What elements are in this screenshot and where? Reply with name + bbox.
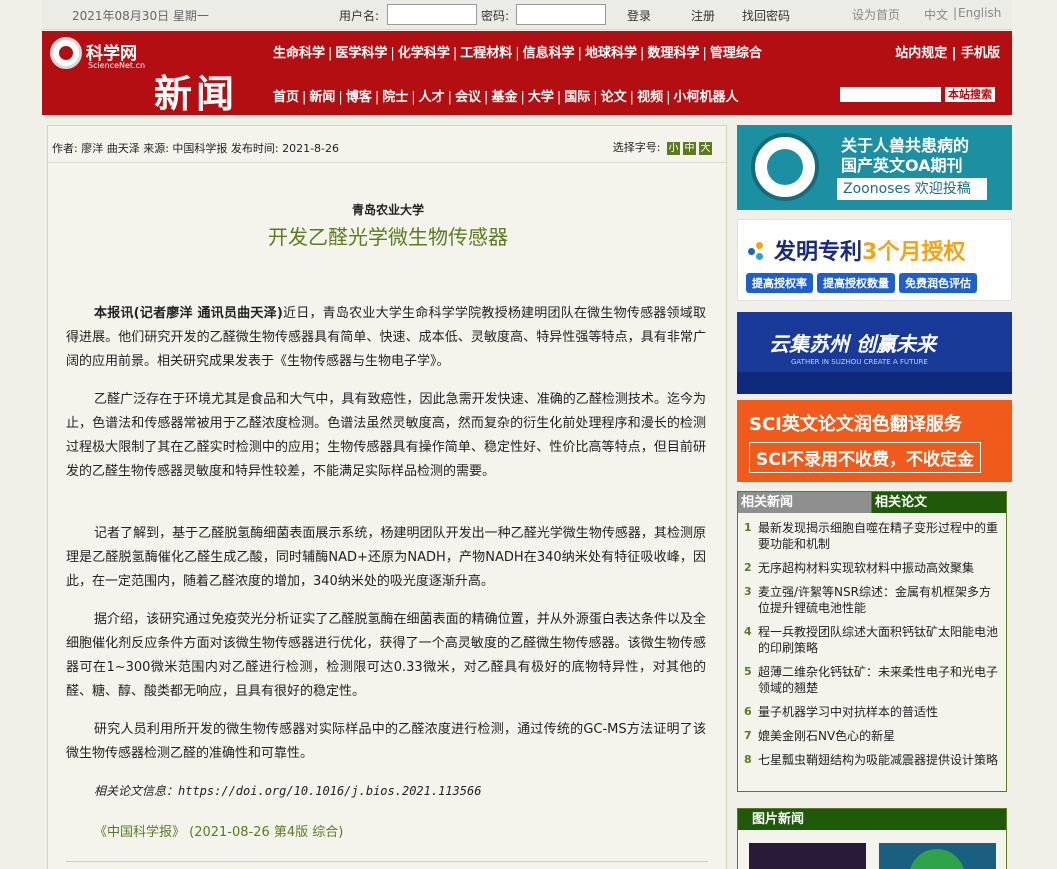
username-input[interactable] — [387, 4, 477, 25]
font-size-large-button[interactable]: 大 — [699, 142, 712, 155]
nav-medical-science[interactable]: 医学科学 — [335, 46, 387, 61]
article-paragraph: 研究人员利用所开发的微生物传感器对实际样品中的乙醛浓度进行检测，通过传统的GC-… — [66, 722, 706, 761]
password-input[interactable] — [516, 4, 606, 25]
nav-international[interactable]: 国际 — [564, 90, 590, 105]
nav-engineering-materials[interactable]: 工程材料 — [460, 46, 512, 61]
nav-universities[interactable]: 大学 — [528, 90, 554, 105]
nav-news[interactable]: 新闻 — [309, 90, 335, 105]
font-size-small-button[interactable]: 小 — [667, 142, 680, 155]
tab-related-papers[interactable]: 相关论文 — [872, 492, 1006, 513]
nav-information-science[interactable]: 信息科学 — [523, 46, 575, 61]
nav-funds[interactable]: 基金 — [491, 90, 517, 105]
nav-talent[interactable]: 人才 — [419, 90, 445, 105]
article-paragraph: 记者了解到，基于乙醛脱氢酶细菌表面展示系统，杨建明团队开发出一种乙醛光学微生物传… — [66, 526, 706, 589]
nav-life-science[interactable]: 生命科学 — [273, 46, 325, 61]
list-item[interactable]: 6 量子机器学习中对抗样本的普适性 — [744, 704, 1000, 720]
article-panel: 作者: 廖洋 曲天泽 来源: 中国科学报 发布时间: 2021-8-26 选择字… — [47, 125, 727, 869]
nav-xiaoke-robot[interactable]: 小柯机器人 — [673, 90, 738, 105]
register-link[interactable]: 注册 — [691, 7, 715, 24]
site-rules-mobile-links[interactable]: 站内规定 | 手机版 — [895, 42, 1000, 61]
nav-papers[interactable]: 论文 — [601, 90, 627, 105]
list-item[interactable]: 4 程一兵教授团队综述大面积钙钛矿太阳能电池的印刷策略 — [744, 624, 1000, 656]
ad-button-free-polish[interactable]: 免费润色评估 — [899, 273, 977, 293]
ad-button-approval-rate[interactable]: 提高授权率 — [746, 273, 813, 293]
list-item[interactable]: 1 最新发现揭示细胞自噬在精子变形过程中的重要功能和机制 — [744, 520, 1000, 552]
article-meta: 作者: 廖洋 曲天泽 来源: 中国科学报 发布时间: 2021-8-26 — [52, 142, 340, 155]
nav-math-physics[interactable]: 数理科学 — [647, 46, 699, 61]
username-label: 用户名: — [339, 9, 380, 23]
suzhou-ad[interactable]: 云集苏州 创赢未来 GATHER IN SUZHOU CREATE A FUTU… — [737, 312, 1012, 394]
current-date: 2021年08月30日 星期一 — [72, 9, 209, 23]
lang-english-link[interactable]: English — [958, 6, 1001, 20]
article-paragraph: 本报讯(记者廖洋 通讯员曲天泽)近日，青岛农业大学生命科学学院教授杨建明团队在微… — [66, 306, 706, 369]
related-list: 1 最新发现揭示细胞自噬在精子变形过程中的重要功能和机制 2 无序超构材料实现软材料… — [744, 520, 1000, 776]
related-panel: 相关新闻 相关论文 1 最新发现揭示细胞自噬在精子变形过程中的重要功能和机制 2无… — [737, 491, 1007, 792]
list-item[interactable]: 3 麦立强/许絮等NSR综述：金属有机框架多方位提升锂硫电池性能 — [744, 584, 1000, 616]
nav-chemical-science[interactable]: 化学科学 — [398, 46, 450, 61]
lang-separator: | — [953, 6, 958, 20]
list-item[interactable]: 2 无序超构材料实现软材料中振动高效聚集 — [744, 560, 1000, 576]
top-bar: 2021年08月30日 星期一 用户名: 密码: 登录 注册 找回密码 设为首页… — [42, 0, 1012, 30]
picture-news-panel: 图片新闻 — [737, 808, 1007, 869]
nav-videos[interactable]: 视频 — [637, 90, 663, 105]
article-paragraph: 乙醛广泛存在于环境尤其是食品和大气中，具有致癌性，因此急需开发快速、准确的乙醛检… — [66, 392, 706, 479]
related-paper-info[interactable]: 相关论文信息：https://doi.org/10.1016/j.bios.20… — [94, 782, 481, 799]
nav-earth-science[interactable]: 地球科学 — [585, 46, 637, 61]
article-source-link[interactable]: 《中国科学报》 (2021-08-26 第4版 综合) — [94, 821, 343, 840]
picture-news-image[interactable] — [879, 843, 996, 869]
article-lead: 本报讯(记者廖洋 通讯员曲天泽) — [94, 306, 283, 321]
logo-emblem-icon — [50, 37, 82, 69]
category-nav: 生命科学 | 医学科学 | 化学科学 | 工程材料 | 信息科学 | 地球科学 | 数理科学 | 管理综合 — [273, 46, 762, 61]
picture-news-image[interactable] — [749, 843, 866, 869]
nav-meetings[interactable]: 会议 — [455, 90, 481, 105]
tab-related-news[interactable]: 相关新闻 — [738, 492, 871, 513]
list-item[interactable]: 8 七星瓢虫鞘翅结构为吸能减震器提供设计策略 — [744, 752, 1000, 768]
login-link[interactable]: 登录 — [627, 7, 651, 24]
main-nav: 首页 | 新闻 | 博客 | 院士 | 人才 | 会议 | 基金 | 大学 | 国际 | 论文 | 视频 | 小柯机器人 — [273, 90, 739, 105]
sci-polish-ad[interactable]: SCI英文论文润色翻译服务 SCI不录用不收费，不收定金 — [737, 400, 1012, 482]
logo-domain: ScienceNet.cn — [88, 61, 146, 70]
font-size-selector: 选择字号: 小中大 — [613, 139, 712, 155]
zoonoses-logo-icon — [751, 133, 819, 201]
list-item[interactable]: 5 超薄二维杂化钙钛矿：未来柔性电子和光电子领域的翘楚 — [744, 664, 1000, 696]
lang-chinese-link[interactable]: 中文 — [924, 6, 948, 23]
nav-blog[interactable]: 博客 — [346, 90, 372, 105]
nav-management[interactable]: 管理综合 — [710, 46, 762, 61]
picture-news-title: 图片新闻 — [738, 809, 1006, 830]
site-logo[interactable]: 科学网 ScienceNet.cn — [50, 37, 145, 73]
article-headline: 开发乙醛光学微生物传感器 — [268, 225, 508, 249]
skyline-graphic — [737, 372, 1012, 394]
patent-ad[interactable]: 发明专利3个月授权 提高授权率 提高授权数量 免费润色评估 — [737, 219, 1012, 301]
list-item[interactable]: 7 媲美金刚石NV色心的新星 — [744, 728, 1000, 744]
site-header: 科学网 ScienceNet.cn 新闻 生命科学 | 医学科学 | 化学科学 | 工程材料… — [42, 31, 1012, 116]
set-homepage-link[interactable]: 设为首页 — [852, 6, 900, 23]
meta-divider — [48, 162, 726, 163]
related-tabs: 相关新闻 相关论文 — [738, 492, 1006, 513]
zoonoses-journal-ad[interactable]: 关于人兽共患病的 国产英文OA期刊 Zoonoses 欢迎投稿 — [737, 125, 1012, 210]
article-bottom-divider — [66, 861, 708, 862]
section-title-news: 新闻 — [154, 71, 239, 116]
article-paragraph: 据介绍，该研究通过免疫荧光分析证实了乙醛脱氢酶在细菌表面的精确位置，并从外源蛋白… — [66, 612, 706, 699]
retrieve-password-link[interactable]: 找回密码 — [742, 7, 790, 24]
nav-academicians[interactable]: 院士 — [382, 90, 408, 105]
nav-home[interactable]: 首页 — [273, 90, 299, 105]
ad-button-approval-count[interactable]: 提高授权数量 — [817, 273, 895, 293]
font-size-label: 选择字号: — [612, 141, 661, 154]
site-search-button[interactable]: 本站搜索 — [945, 87, 995, 102]
site-search-input[interactable] — [840, 87, 941, 102]
article-subtitle: 青岛农业大学 — [351, 203, 424, 217]
password-label: 密码: — [481, 9, 510, 23]
patent-logo-icon — [748, 242, 766, 260]
font-size-medium-button[interactable]: 中 — [683, 142, 696, 155]
